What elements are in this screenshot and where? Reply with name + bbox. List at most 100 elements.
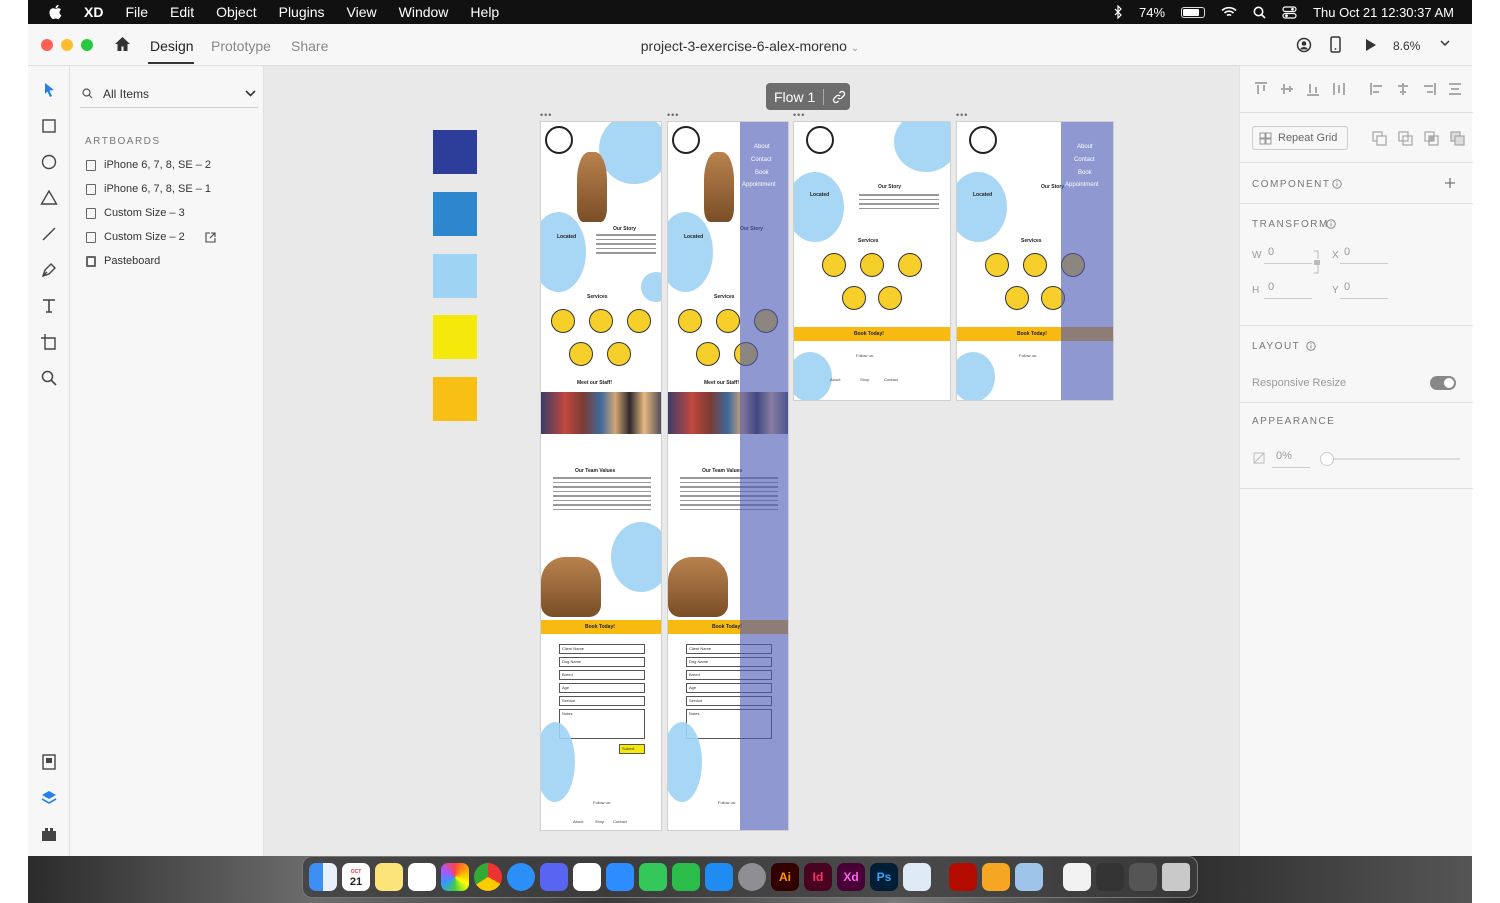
menu-object[interactable]: Object <box>216 4 256 20</box>
menu-appointment[interactable]: Appointment <box>742 182 776 188</box>
height-input[interactable]: 0 <box>1264 281 1312 299</box>
play-preview-icon[interactable] <box>1365 38 1377 52</box>
link-icon[interactable] <box>832 90 846 104</box>
notes-field[interactable]: Notes <box>559 709 645 739</box>
flow-1-label[interactable]: Flow 1 <box>766 83 850 110</box>
layer-item-custom-3[interactable]: Custom Size – 3 <box>86 207 185 219</box>
battery-icon[interactable] <box>1181 6 1206 18</box>
opacity-slider-thumb[interactable] <box>1320 452 1334 466</box>
service-field[interactable]: Service <box>559 696 645 706</box>
adobe-icon[interactable] <box>1129 863 1157 891</box>
document-icon[interactable] <box>1063 863 1091 891</box>
chrome-icon[interactable] <box>474 863 502 891</box>
rectangle-tool-icon[interactable] <box>39 116 59 136</box>
layers-panel-icon[interactable] <box>39 788 59 808</box>
spotlight-icon[interactable] <box>1253 6 1266 19</box>
menu-contact[interactable]: Contact <box>1074 157 1095 163</box>
select-tool-icon[interactable] <box>39 80 59 100</box>
layer-item-iphone-1[interactable]: iPhone 6, 7, 8, SE – 1 <box>86 183 211 195</box>
chevron-down-icon[interactable] <box>245 90 256 97</box>
opacity-input[interactable]: 0% <box>1272 450 1310 468</box>
zoom-level[interactable]: 8.6% <box>1393 39 1420 53</box>
menu-appointment[interactable]: Appointment <box>1065 182 1099 188</box>
layer-item-iphone-2[interactable]: iPhone 6, 7, 8, SE – 2 <box>86 159 211 171</box>
user-coediting-icon[interactable] <box>1296 37 1312 53</box>
color-swatch-yellow[interactable] <box>433 315 477 359</box>
notes-icon[interactable] <box>375 863 403 891</box>
plugins-panel-icon[interactable] <box>39 824 59 844</box>
messages-icon[interactable] <box>639 863 667 891</box>
safari-icon[interactable] <box>507 863 535 891</box>
menu-view[interactable]: View <box>347 4 377 20</box>
dog-name-field[interactable]: Dog Name <box>559 657 645 667</box>
zoom-tool-icon[interactable] <box>39 368 59 388</box>
align-left-icon[interactable] <box>1370 82 1384 96</box>
design-canvas[interactable]: Flow 1 ••• Our Story Located Services Me… <box>264 66 1239 856</box>
align-right-icon[interactable] <box>1422 82 1436 96</box>
app-store-icon[interactable] <box>705 863 733 891</box>
document-title[interactable]: project-3-exercise-6-alex-moreno ⌄ <box>28 38 1472 54</box>
menu-about[interactable]: About <box>1077 144 1093 150</box>
pen-tool-icon[interactable] <box>39 260 59 280</box>
y-input[interactable]: 0 <box>1340 281 1388 299</box>
slack-icon[interactable] <box>573 863 601 891</box>
client-name-field[interactable]: Client Name <box>559 644 645 654</box>
align-center-icon[interactable] <box>1396 82 1410 96</box>
menu-overlay[interactable] <box>1061 122 1113 400</box>
align-middle-icon[interactable] <box>1280 82 1294 96</box>
photos-icon[interactable] <box>441 863 469 891</box>
responsive-resize-toggle[interactable] <box>1430 376 1456 390</box>
x-input[interactable]: 0 <box>1340 246 1388 264</box>
width-input[interactable]: 0 <box>1264 246 1312 264</box>
indesign-icon[interactable]: Id <box>804 863 832 891</box>
finder-window-icon[interactable] <box>1096 863 1124 891</box>
artboard-tool-icon[interactable] <box>39 332 59 352</box>
preview-2-icon[interactable] <box>1015 863 1043 891</box>
control-center-icon[interactable] <box>1282 5 1297 19</box>
trash-icon[interactable] <box>1162 863 1190 891</box>
reminders-icon[interactable] <box>408 863 436 891</box>
menu-help[interactable]: Help <box>470 4 499 20</box>
illustrator-icon[interactable]: Ai <box>771 863 799 891</box>
info-icon[interactable] <box>1306 341 1316 351</box>
text-tool-icon[interactable] <box>39 296 59 316</box>
wifi-icon[interactable] <box>1221 6 1237 18</box>
layer-item-pasteboard[interactable]: Pasteboard <box>86 255 160 267</box>
menu-book[interactable]: Book <box>1078 170 1092 176</box>
age-field[interactable]: Age <box>559 683 645 693</box>
submit-button[interactable]: Submit <box>619 744 645 754</box>
boolean-intersect-icon[interactable] <box>1424 131 1439 146</box>
info-icon[interactable] <box>1326 219 1336 229</box>
assets-panel-icon[interactable] <box>39 752 59 772</box>
artboard-handle[interactable]: ••• <box>956 110 968 120</box>
polygon-tool-icon[interactable] <box>39 188 59 208</box>
zoom-icon[interactable] <box>606 863 634 891</box>
align-top-icon[interactable] <box>1254 82 1268 96</box>
system-preferences-icon[interactable] <box>738 863 766 891</box>
distribute-horizontal-icon[interactable] <box>1448 82 1462 96</box>
color-swatch-light-blue[interactable] <box>433 254 477 298</box>
pages-icon[interactable] <box>982 863 1010 891</box>
device-preview-icon[interactable] <box>1330 36 1341 53</box>
menu-plugins[interactable]: Plugins <box>279 4 325 20</box>
color-swatch-navy[interactable] <box>433 130 477 174</box>
menu-book[interactable]: Book <box>755 170 769 176</box>
calendar-icon[interactable]: OCT 21 <box>342 863 370 891</box>
menu-contact[interactable]: Contact <box>751 157 772 163</box>
menu-overlay[interactable] <box>740 122 788 830</box>
info-icon[interactable] <box>1332 179 1342 189</box>
breed-field[interactable]: Breed <box>559 670 645 680</box>
repeat-grid-button[interactable]: Repeat Grid <box>1252 126 1348 150</box>
external-link-icon[interactable] <box>205 231 216 243</box>
discord-icon[interactable] <box>540 863 568 891</box>
distribute-vertical-icon[interactable] <box>1332 82 1346 96</box>
artboard-custom-3[interactable]: Our Story Located Services Book Today! F… <box>793 121 951 401</box>
finder-icon[interactable] <box>309 863 337 891</box>
color-swatch-orange[interactable] <box>433 377 477 421</box>
apple-menu-icon[interactable] <box>48 4 62 20</box>
artboard-iphone-2[interactable]: Our Story Located Services Meet our Staf… <box>540 121 662 831</box>
lock-aspect-icon[interactable] <box>1313 250 1321 274</box>
opacity-slider-track[interactable] <box>1324 458 1460 460</box>
menu-edit[interactable]: Edit <box>170 4 194 20</box>
add-component-icon[interactable] <box>1444 177 1456 189</box>
